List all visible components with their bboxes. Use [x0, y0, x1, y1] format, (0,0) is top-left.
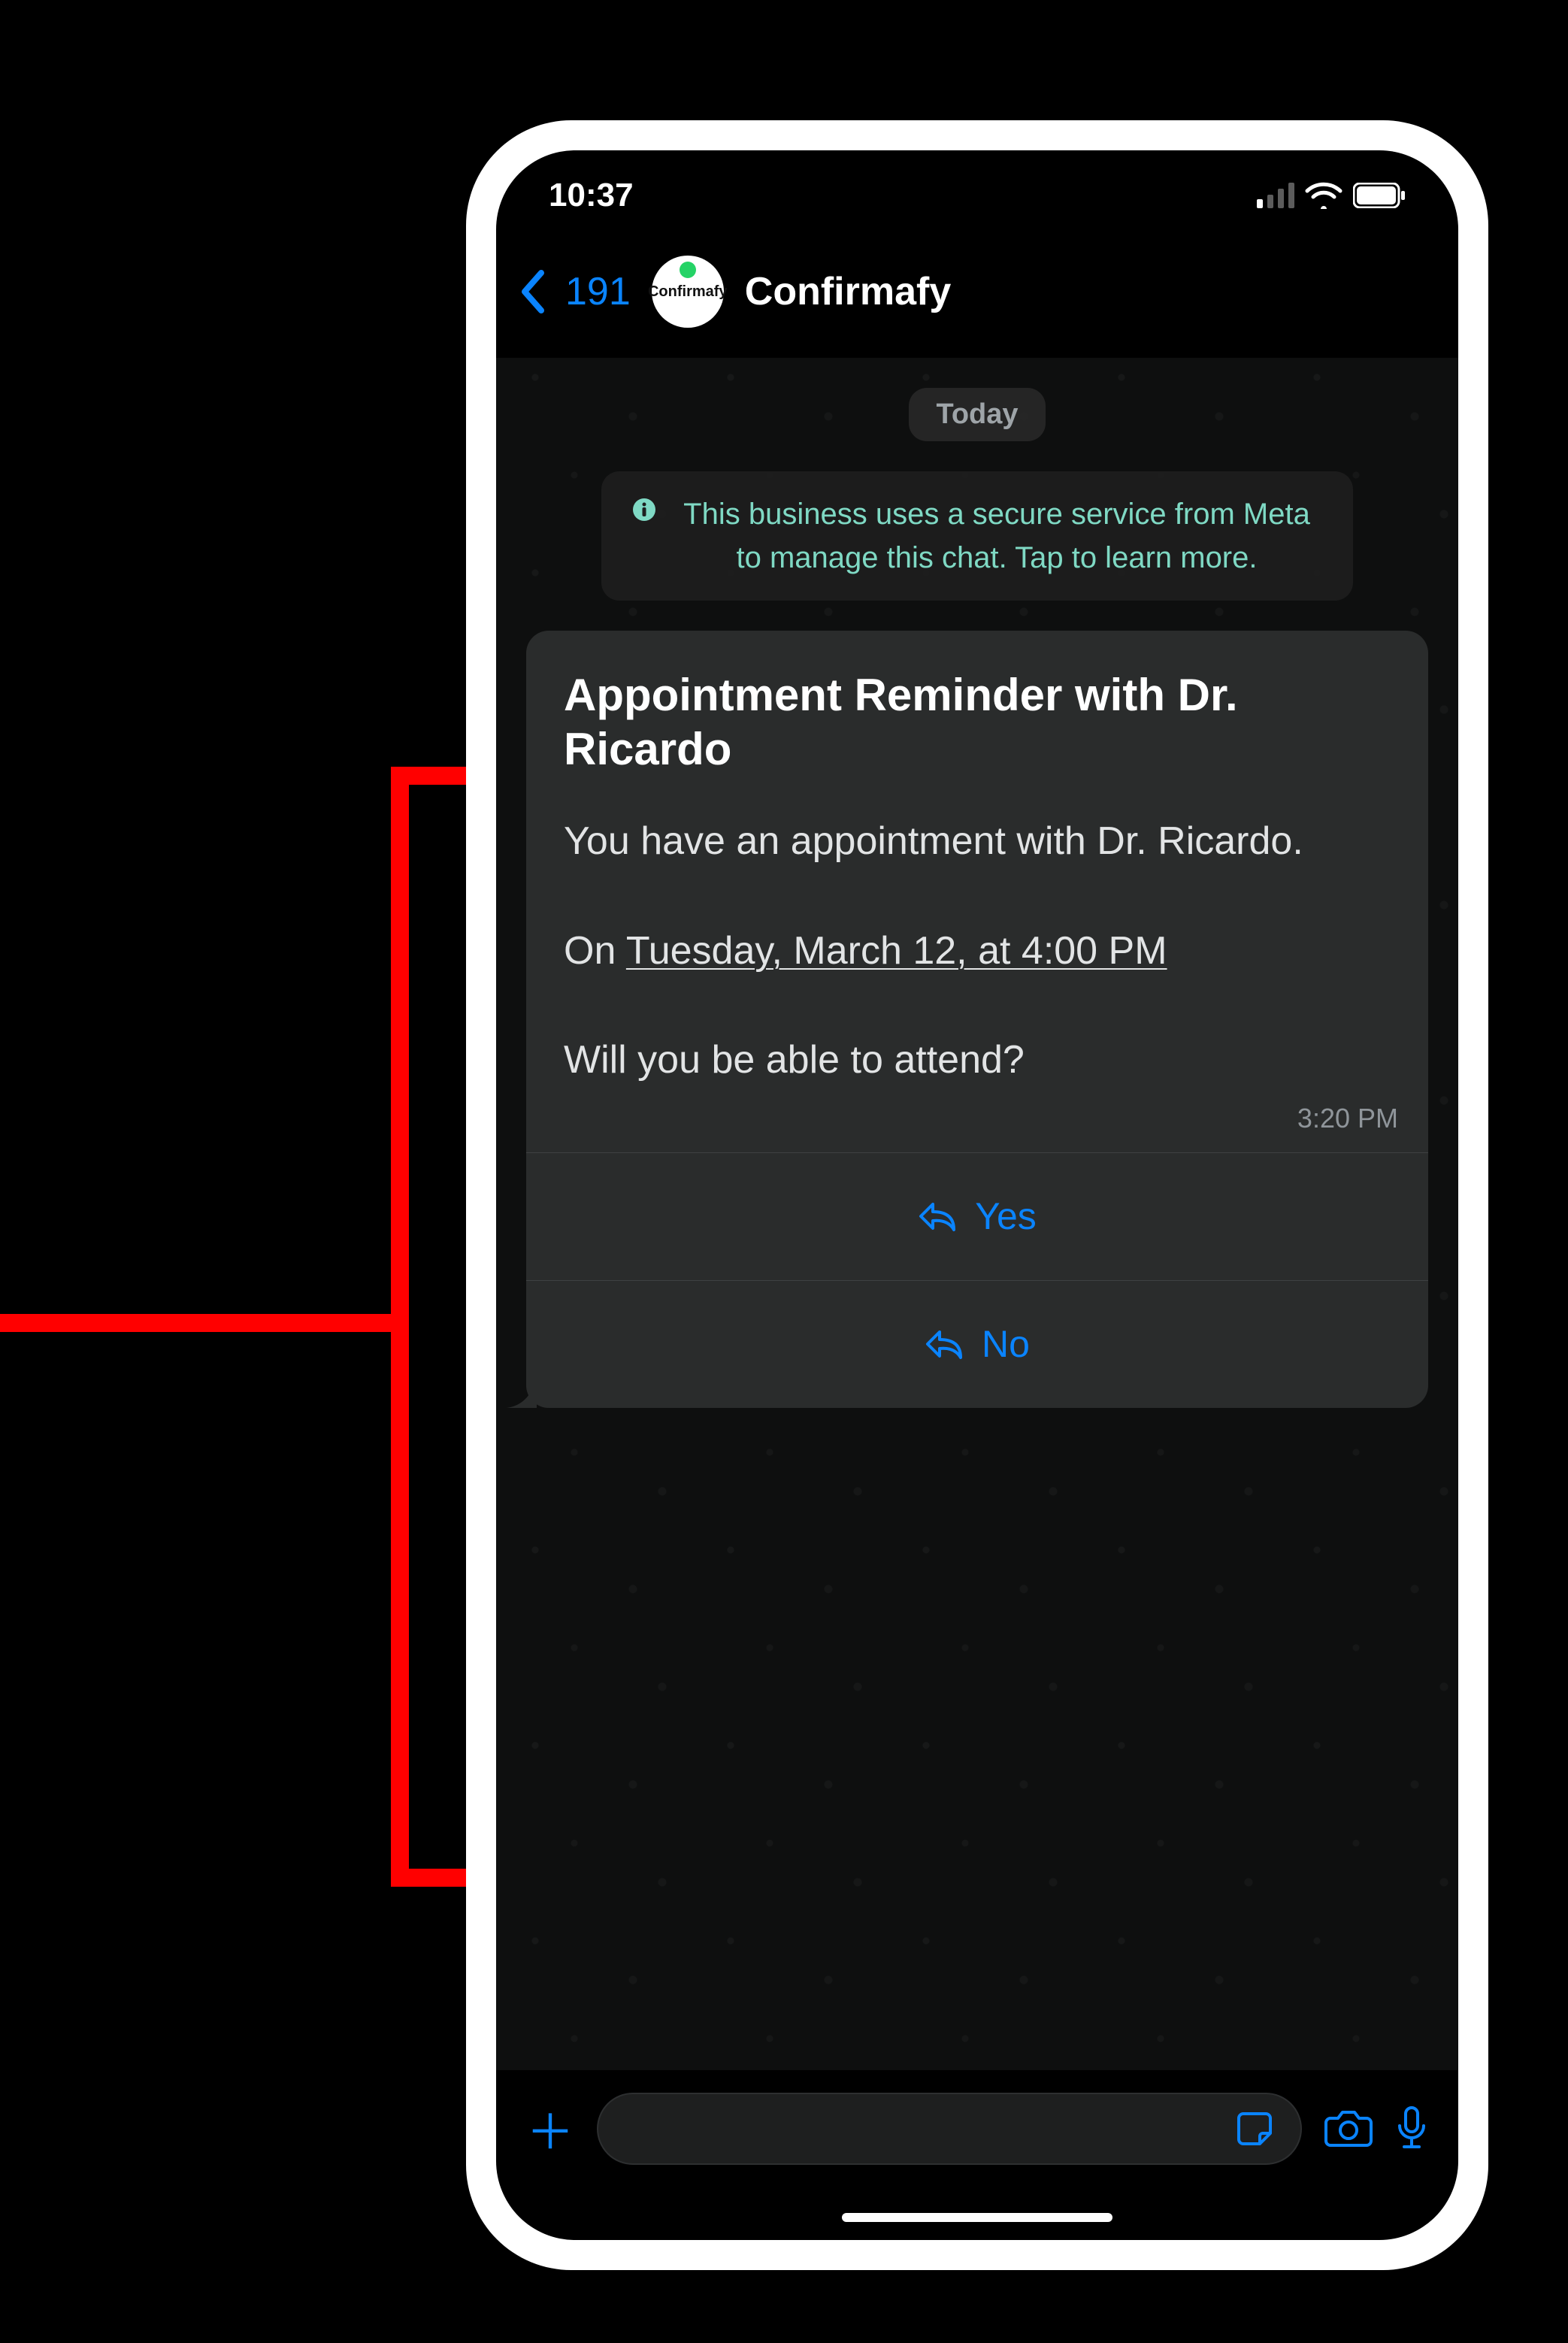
status-bar: 10:37 — [496, 150, 1458, 241]
reply-icon — [925, 1327, 964, 1361]
status-indicators — [1257, 182, 1406, 209]
message-datetime: Tuesday, March 12, at 4:00 PM — [626, 929, 1167, 973]
attach-plus-icon[interactable]: ＋ — [526, 2094, 574, 2163]
chat-header: 191 Confirmafy Confirmafy — [496, 241, 1458, 358]
microphone-icon[interactable] — [1395, 2105, 1428, 2153]
annotation-leader-line — [0, 1314, 391, 1332]
quick-reply-yes[interactable]: Yes — [526, 1152, 1428, 1280]
back-chevron-icon[interactable] — [519, 270, 544, 313]
quick-reply-yes-label: Yes — [975, 1194, 1037, 1238]
business-info-text: This business uses a secure service from… — [670, 492, 1323, 580]
message-timestamp: 3:20 PM — [526, 1103, 1428, 1152]
battery-icon — [1353, 183, 1406, 208]
bubble-tail — [507, 1378, 537, 1408]
message-title: Appointment Reminder with Dr. Ricardo — [564, 668, 1391, 776]
chat-body[interactable]: Today This business uses a secure servic… — [496, 358, 1458, 2070]
message-line1: You have an appointment with Dr. Ricardo… — [564, 819, 1303, 863]
quick-reply-no-label: No — [982, 1322, 1030, 1366]
contact-name[interactable]: Confirmafy — [745, 269, 951, 314]
back-unread-count[interactable]: 191 — [565, 269, 631, 314]
avatar-label: Confirmafy — [648, 283, 728, 301]
reply-icon — [918, 1200, 957, 1233]
whatsapp-badge-icon — [680, 262, 696, 278]
message-body: You have an appointment with Dr. Ricardo… — [564, 814, 1391, 1088]
quick-reply-no[interactable]: No — [526, 1280, 1428, 1408]
message-bubble[interactable]: Appointment Reminder with Dr. Ricardo Yo… — [526, 631, 1428, 1408]
compose-input[interactable] — [597, 2093, 1302, 2165]
camera-icon[interactable] — [1324, 2108, 1373, 2150]
contact-avatar[interactable]: Confirmafy — [652, 256, 724, 328]
cellular-icon — [1257, 183, 1294, 208]
home-indicator-bar — [842, 2213, 1112, 2222]
incoming-message: Appointment Reminder with Dr. Ricardo Yo… — [526, 631, 1428, 1408]
sticker-icon[interactable] — [1236, 2108, 1278, 2150]
input-bar: ＋ — [496, 2070, 1458, 2195]
message-line3: Will you be able to attend? — [564, 1038, 1025, 1082]
home-indicator[interactable] — [496, 2195, 1458, 2240]
phone-frame: 10:37 — [466, 120, 1488, 2270]
date-separator: Today — [909, 388, 1045, 441]
info-icon — [631, 497, 657, 522]
wifi-icon — [1305, 182, 1342, 209]
annotation-bracket-vertical — [391, 767, 409, 1887]
message-line2-prefix: On — [564, 929, 626, 973]
message-content: Appointment Reminder with Dr. Ricardo Yo… — [526, 631, 1428, 1103]
phone-screen: 10:37 — [496, 150, 1458, 2240]
status-time: 10:37 — [549, 177, 634, 214]
business-info-banner[interactable]: This business uses a secure service from… — [601, 471, 1353, 601]
